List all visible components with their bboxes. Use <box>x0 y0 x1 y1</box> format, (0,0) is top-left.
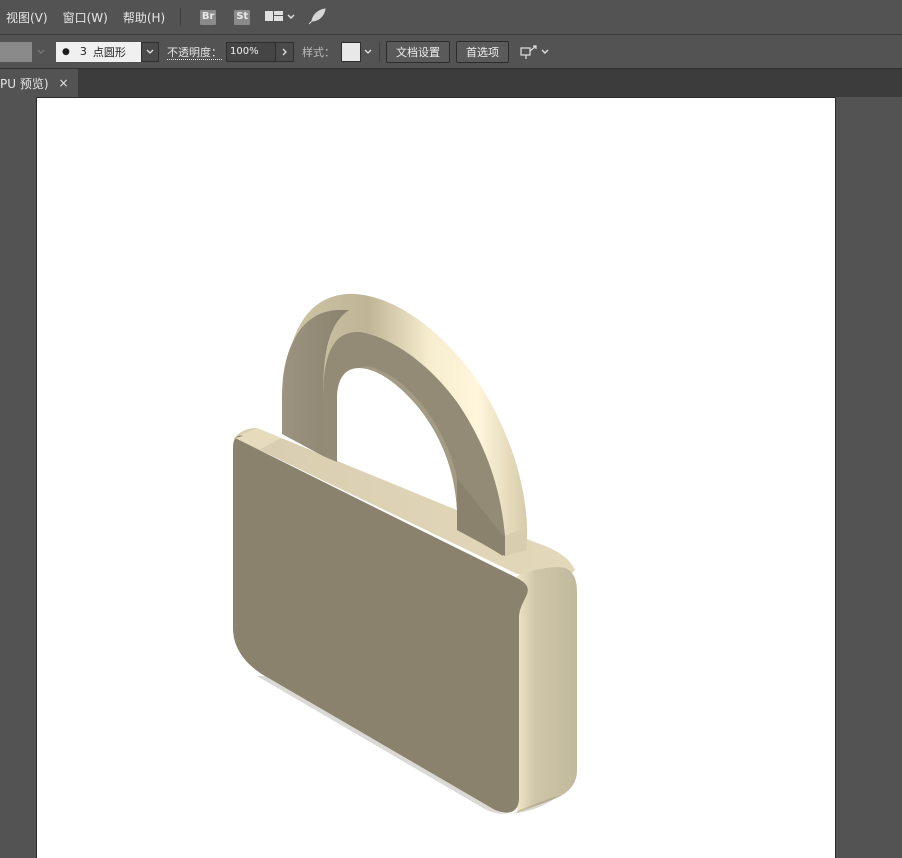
brush-size-value: 3 <box>79 45 87 58</box>
brush-dropdown-button[interactable] <box>141 41 159 62</box>
document-tab-bar: PU 预览) × <box>0 69 902 97</box>
menu-view[interactable]: 视图(V) <box>0 9 57 26</box>
chevron-down-icon <box>146 49 154 54</box>
canvas-workspace[interactable] <box>0 97 902 858</box>
workspace-layout-button[interactable] <box>265 10 295 24</box>
bridge-icon[interactable]: Br <box>200 9 217 25</box>
style-label: 样式： <box>302 45 335 59</box>
chevron-down-icon <box>364 49 372 54</box>
preferences-button[interactable]: 首选项 <box>456 40 509 63</box>
graphic-style-swatch[interactable] <box>341 41 361 62</box>
chevron-down-icon <box>37 49 45 54</box>
padlock-illustration[interactable] <box>37 98 835 858</box>
stock-badge-label: St <box>236 11 249 22</box>
publish-button[interactable] <box>307 8 327 26</box>
brush-shape-value: 点圆形 <box>92 45 126 59</box>
artboard[interactable] <box>37 98 835 858</box>
opacity-input[interactable]: 100% <box>226 41 276 62</box>
menu-divider <box>180 8 182 26</box>
chevron-right-icon <box>282 48 287 55</box>
menu-window[interactable]: 窗口(W) <box>57 9 117 26</box>
arrange-documents-button[interactable] <box>519 43 551 61</box>
document-tab-title: PU 预览) <box>0 76 49 91</box>
control-divider <box>379 41 380 62</box>
stroke-color-field[interactable] <box>0 41 32 62</box>
menu-bar: 视图(V) 窗口(W) 帮助(H) Br St <box>0 0 902 35</box>
document-tab[interactable]: PU 预览) × <box>0 69 78 97</box>
brush-definition-field[interactable]: ● 3 点圆形 <box>56 41 141 62</box>
lock-body-side <box>517 567 577 813</box>
document-setup-button[interactable]: 文档设置 <box>386 40 450 63</box>
graphic-style-dropdown[interactable] <box>361 42 375 62</box>
control-bar: ● 3 点圆形 不透明度： 100% 样式： 文档设置 首选项 <box>0 35 902 69</box>
arrange-documents-icon <box>520 44 549 59</box>
brush-dot-icon: ● <box>62 46 70 57</box>
workspace-layout-icon <box>265 11 295 21</box>
stock-icon[interactable]: St <box>234 9 251 25</box>
close-icon[interactable]: × <box>59 76 69 90</box>
bridge-badge-label: Br <box>201 11 215 22</box>
stroke-color-dropdown[interactable] <box>34 42 48 62</box>
menu-help[interactable]: 帮助(H) <box>117 9 174 26</box>
send-feather-icon <box>308 8 326 25</box>
opacity-expand-button[interactable] <box>276 41 294 62</box>
opacity-label[interactable]: 不透明度： <box>167 44 222 60</box>
